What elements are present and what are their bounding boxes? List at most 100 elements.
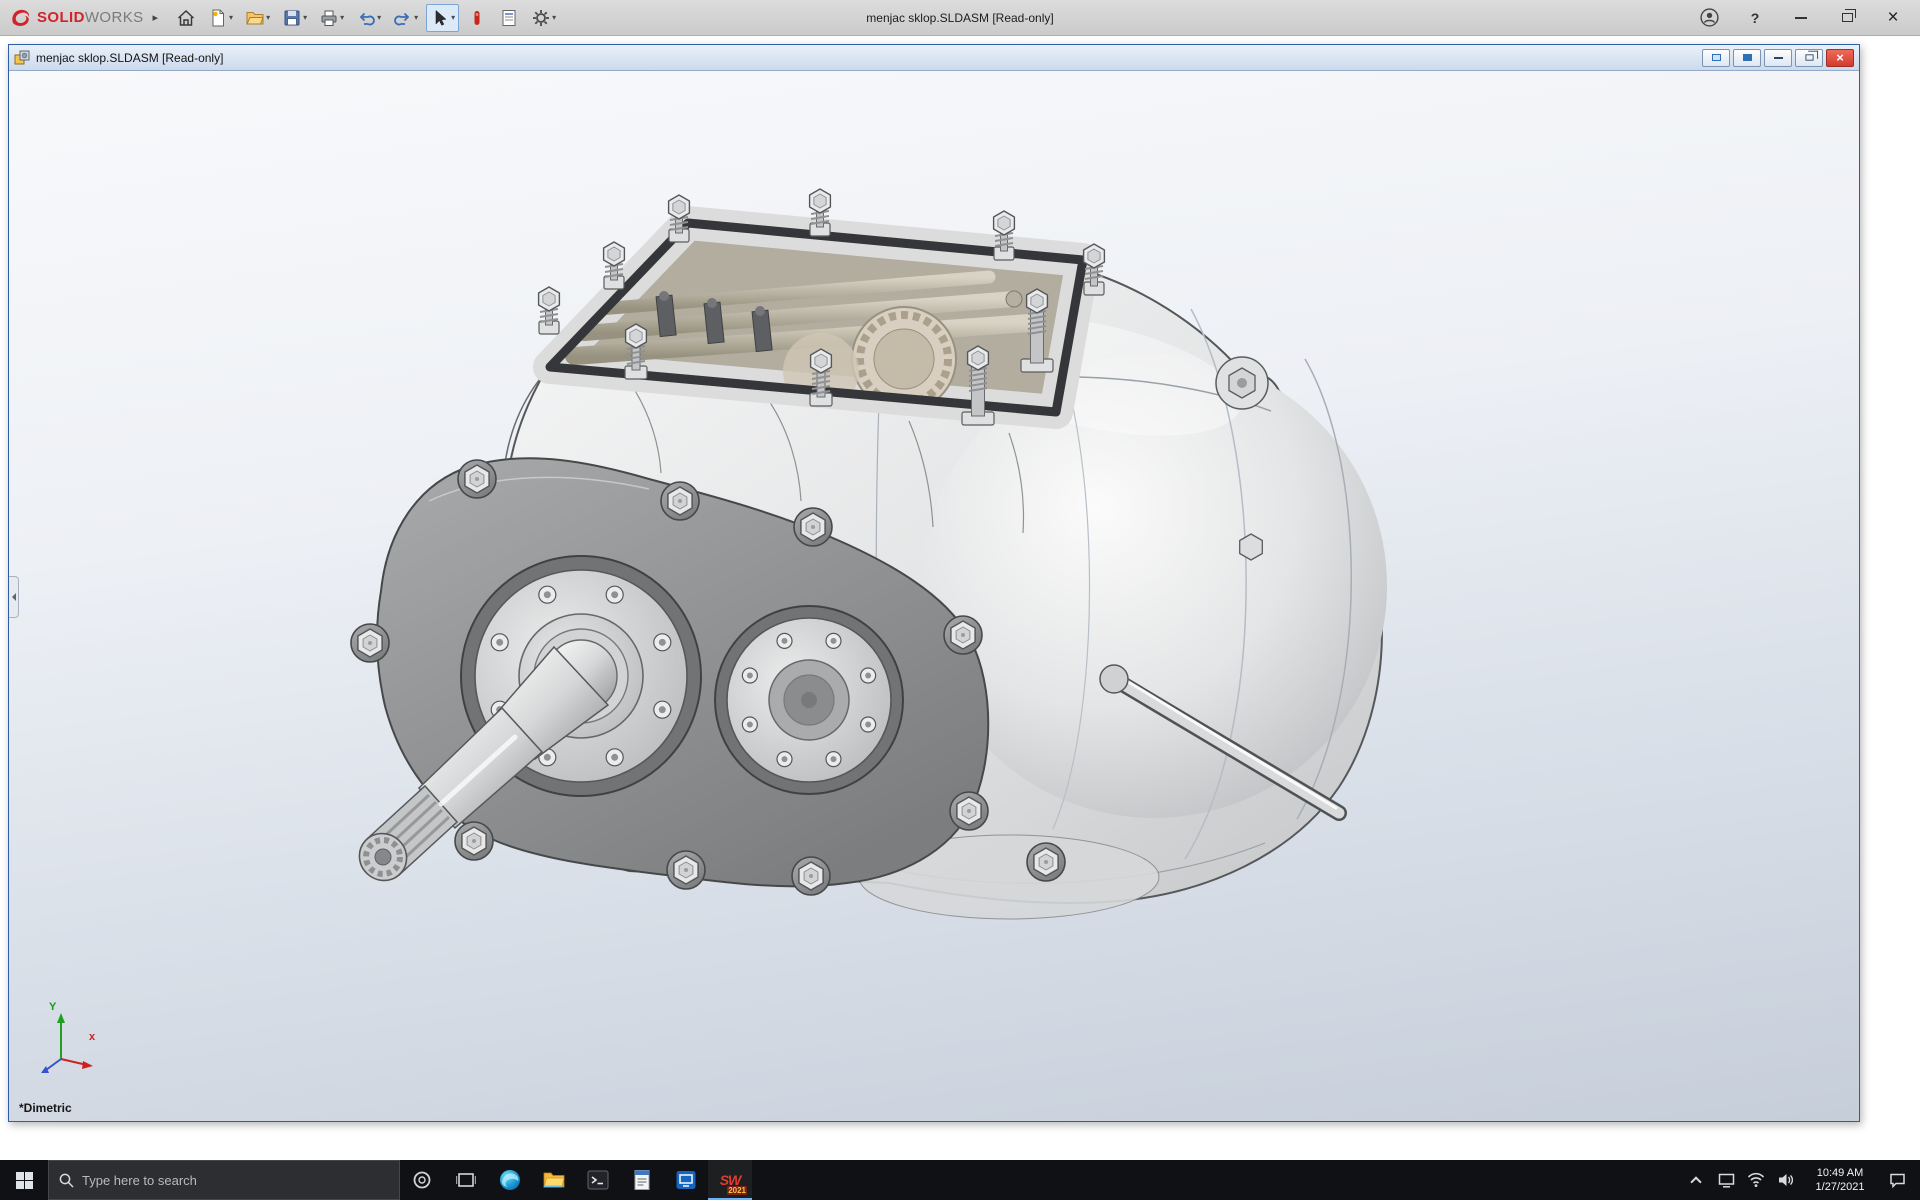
brand-text: SOLIDWORKS (37, 9, 144, 26)
model-flange-bolt[interactable] (1027, 843, 1065, 881)
app-window-controls: ? × (1696, 5, 1910, 31)
new-document-icon (208, 8, 228, 28)
model-cover-stud[interactable] (1084, 244, 1105, 295)
ds-logo-icon (10, 7, 32, 29)
taskbar-search[interactable] (48, 1160, 400, 1200)
volume-button[interactable] (1772, 1160, 1800, 1200)
cortana-icon (412, 1170, 432, 1190)
print-button[interactable]: ▾ (315, 4, 348, 32)
dropdown-arrow-icon[interactable]: ▾ (229, 14, 233, 22)
restore-icon (1842, 13, 1853, 22)
home-icon (176, 8, 196, 28)
graphics-viewport[interactable]: Y x *Dimetric (9, 71, 1859, 1121)
menu-flyout-arrow-icon[interactable]: ▸ (153, 11, 159, 24)
3dexperience-icon (467, 8, 487, 28)
doc-tile-button[interactable] (1733, 49, 1761, 67)
start-button[interactable] (0, 1160, 48, 1200)
doc-close-button[interactable]: × (1826, 49, 1854, 67)
options-button[interactable]: ▾ (527, 4, 560, 32)
dropdown-arrow-icon[interactable]: ▾ (377, 14, 381, 22)
model-cover-stud[interactable] (539, 287, 560, 334)
document-titlebar[interactable]: menjac sklop.SLDASM [Read-only] × (9, 45, 1859, 71)
doc-restore-button[interactable] (1795, 49, 1823, 67)
select-tool-button[interactable]: ▾ (426, 4, 459, 32)
minimize-icon (1795, 17, 1807, 19)
help-button[interactable]: ? (1742, 5, 1768, 31)
document-app-button[interactable] (620, 1160, 664, 1200)
model-cover-stud[interactable] (604, 242, 625, 289)
taskbar-clock[interactable]: 10:49 AM 1/27/2021 (1802, 1166, 1878, 1194)
clock-time: 10:49 AM (1806, 1166, 1874, 1180)
hidden-icons-button[interactable] (1682, 1160, 1710, 1200)
close-icon: × (1887, 8, 1898, 27)
undo-button[interactable]: ▾ (352, 4, 385, 32)
home-button[interactable] (172, 4, 200, 32)
dropdown-arrow-icon[interactable]: ▾ (266, 14, 270, 22)
model-flange-bolt[interactable] (794, 508, 832, 546)
open-button[interactable]: ▾ (241, 4, 274, 32)
quick-access-toolbar: ▾ ▾ ▾ ▾ ▾ ▾ ▾ (172, 4, 560, 32)
solidworks-brand: SOLIDWORKS ▸ (10, 7, 158, 29)
terminal-button[interactable] (576, 1160, 620, 1200)
action-center-button[interactable] (1880, 1160, 1914, 1200)
windows-logo-icon (16, 1172, 33, 1189)
model-flange-bolt[interactable] (792, 857, 830, 895)
model-flange-bolt[interactable] (455, 822, 493, 860)
model-flange-bolt[interactable] (950, 792, 988, 830)
minimize-button[interactable] (1788, 5, 1814, 31)
file-explorer-icon (542, 1168, 566, 1192)
model-flange-bolt[interactable] (458, 460, 496, 498)
3dexperience-button[interactable] (463, 4, 491, 32)
terminal-icon (586, 1168, 610, 1192)
new-document-button[interactable]: ▾ (204, 4, 237, 32)
dropdown-arrow-icon[interactable]: ▾ (303, 14, 307, 22)
display-app-button[interactable] (664, 1160, 708, 1200)
system-tray: 10:49 AM 1/27/2021 (1682, 1160, 1920, 1200)
redo-button[interactable]: ▾ (389, 4, 422, 32)
model-flange-bolt[interactable] (661, 482, 699, 520)
display-tray-button[interactable] (1712, 1160, 1740, 1200)
select-cursor-icon (430, 8, 450, 28)
file-properties-icon (499, 8, 519, 28)
file-explorer-button[interactable] (532, 1160, 576, 1200)
model-flange-bolt[interactable] (944, 616, 982, 654)
assembly-document-icon (14, 50, 30, 66)
restore-icon (1805, 54, 1813, 60)
dropdown-arrow-icon[interactable]: ▾ (340, 14, 344, 22)
triad-x-label: x (89, 1031, 95, 1043)
restore-button[interactable] (1834, 5, 1860, 31)
featuremanager-flyout-tab[interactable] (9, 576, 19, 618)
search-input[interactable] (82, 1173, 389, 1188)
doc-minimize-button[interactable] (1764, 49, 1792, 67)
edge-browser-button[interactable] (488, 1160, 532, 1200)
account-button[interactable] (1696, 5, 1722, 31)
network-button[interactable] (1742, 1160, 1770, 1200)
dropdown-arrow-icon[interactable]: ▾ (552, 14, 556, 22)
solidworks-taskbar-button[interactable]: SW 2021 (708, 1160, 752, 1200)
cortana-button[interactable] (400, 1160, 444, 1200)
file-properties-button[interactable] (495, 4, 523, 32)
wifi-icon (1747, 1171, 1765, 1189)
solidworks-app-window: SOLIDWORKS ▸ ▾ ▾ ▾ ▾ (0, 0, 1920, 1200)
model-flange-bolt[interactable] (351, 624, 389, 662)
print-icon (319, 8, 339, 28)
redo-icon (393, 8, 413, 28)
model-cover-stud[interactable] (810, 189, 831, 236)
app-titlebar: SOLIDWORKS ▸ ▾ ▾ ▾ ▾ (0, 0, 1920, 36)
gearbox-assembly-model[interactable] (9, 71, 1859, 1121)
model-flange-bolt[interactable] (667, 851, 705, 889)
model-cover-stud[interactable] (994, 211, 1015, 260)
task-view-button[interactable] (444, 1160, 488, 1200)
doc-newwindow-button[interactable] (1702, 49, 1730, 67)
document-window-controls: × (1702, 49, 1854, 67)
model-right-bearing-cover[interactable] (715, 606, 903, 794)
dropdown-arrow-icon[interactable]: ▾ (414, 14, 418, 22)
solidworks-year-badge: 2021 (727, 1186, 747, 1195)
monitor-icon (1718, 1172, 1735, 1189)
dropdown-arrow-icon[interactable]: ▾ (451, 14, 455, 22)
view-orientation-label: *Dimetric (19, 1101, 72, 1115)
document-title: menjac sklop.SLDASM [Read-only] (36, 51, 223, 65)
close-button[interactable]: × (1880, 5, 1906, 31)
window-icon (1712, 54, 1721, 61)
save-button[interactable]: ▾ (278, 4, 311, 32)
